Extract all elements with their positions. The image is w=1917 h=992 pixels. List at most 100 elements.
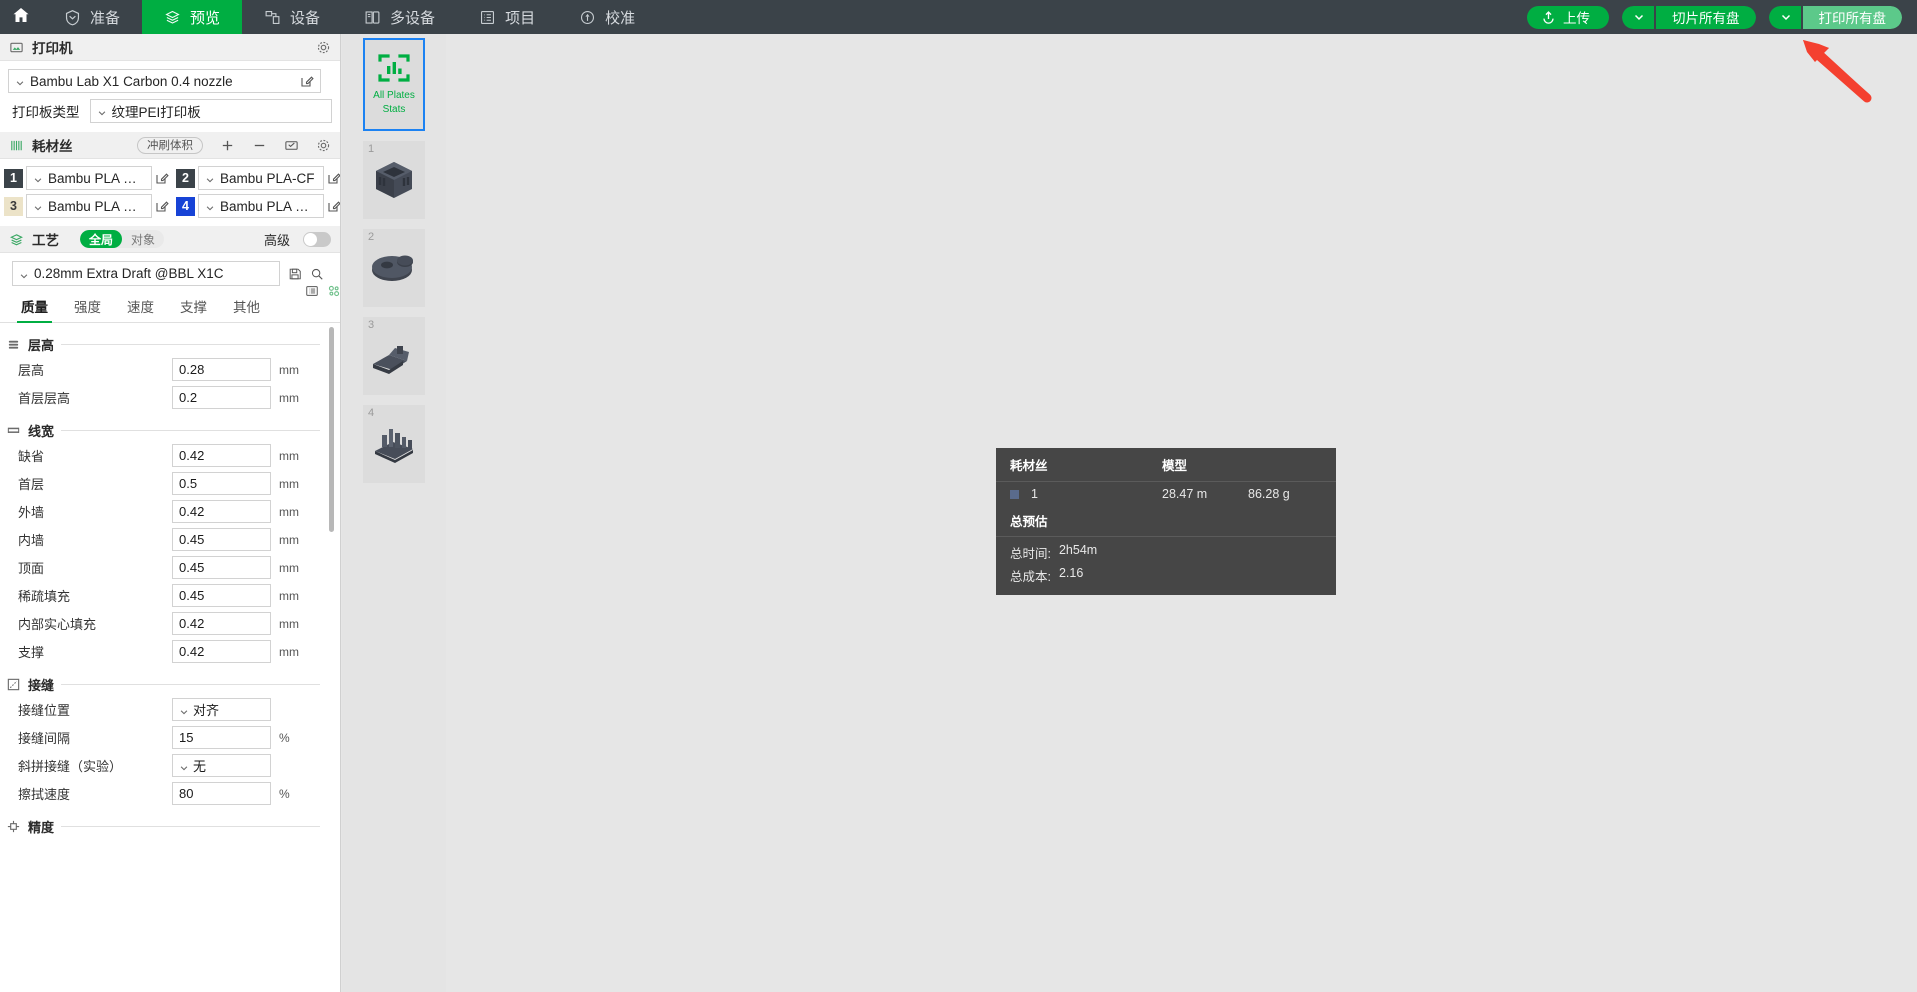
filament-section-header: 耗材丝 冲刷体积 — [0, 132, 340, 159]
tab-speed-label: 速度 — [127, 300, 154, 315]
setting-row-seam-gap: 接缝间隔 15 % — [0, 725, 340, 750]
filament-edit-icon-3[interactable] — [155, 199, 169, 213]
setting-input[interactable]: 0.45 — [172, 528, 271, 551]
calibration-icon — [579, 9, 596, 26]
nav-tab-preview[interactable]: 预览 — [142, 0, 243, 34]
setting-input[interactable]: 0.5 — [172, 472, 271, 495]
list-view-icon[interactable] — [305, 284, 319, 298]
setting-input[interactable]: 0.42 — [172, 500, 271, 523]
setting-select[interactable]: 无 — [172, 754, 271, 777]
compare-presets-icon[interactable] — [327, 284, 340, 298]
plate-thumbnail-4[interactable]: 4 — [363, 405, 425, 483]
all-plates-stats-card[interactable]: All Plates Stats — [363, 38, 425, 131]
filament-index-1[interactable]: 1 — [4, 168, 23, 188]
advanced-toggle[interactable] — [303, 231, 331, 247]
setting-unit: mm — [279, 448, 299, 463]
nav-tab-calibration-label: 校准 — [605, 9, 636, 27]
filament-select-2[interactable]: Bambu PLA-CF — [198, 166, 324, 190]
save-icon[interactable] — [288, 267, 302, 281]
setting-row-support-width: 支撑 0.42 mm — [0, 639, 340, 664]
chevron-down-icon — [33, 201, 43, 211]
scope-object-option[interactable]: 对象 — [122, 230, 164, 248]
filament-index-3[interactable]: 3 — [4, 196, 23, 216]
multi-device-icon — [364, 9, 381, 26]
setting-label: 接缝间隔 — [18, 731, 71, 746]
printer-model-select[interactable]: Bambu Lab X1 Carbon 0.4 nozzle — [8, 69, 321, 93]
filament-index-4[interactable]: 4 — [176, 196, 195, 216]
filament-edit-icon-4[interactable] — [327, 199, 340, 213]
setting-label: 缺省 — [18, 449, 45, 464]
tab-quality[interactable]: 质量 — [8, 296, 61, 323]
setting-row-first-layer-height: 首层层高 0.2 mm — [0, 385, 340, 410]
tab-others[interactable]: 其他 — [220, 296, 273, 322]
plate-thumbnail-rail: All Plates Stats 1 2 3 4 — [342, 34, 446, 992]
sync-ams-icon[interactable] — [284, 138, 299, 153]
slice-dropdown-caret[interactable] — [1622, 5, 1654, 29]
layer-height-icon — [6, 337, 21, 352]
nav-tab-device[interactable]: 设备 — [242, 0, 342, 34]
plate-thumbnail-1[interactable]: 1 — [363, 141, 425, 219]
process-scope-toggle[interactable]: 全局 对象 — [80, 230, 165, 248]
setting-input[interactable]: 80 — [172, 782, 271, 805]
printer-edit-icon[interactable] — [300, 74, 314, 88]
plate-thumbnail-3[interactable]: 3 — [363, 317, 425, 395]
setting-label: 层高 — [18, 363, 45, 378]
setting-row-wipe-speed: 擦拭速度 80 % — [0, 781, 340, 806]
settings-scrollbar-thumb[interactable] — [329, 327, 334, 532]
setting-value: 80 — [179, 786, 194, 801]
scope-global-option[interactable]: 全局 — [80, 230, 123, 248]
upload-label: 上传 — [1563, 11, 1590, 26]
setting-input[interactable]: 0.2 — [172, 386, 271, 409]
upload-button[interactable]: 上传 — [1527, 5, 1609, 29]
remove-filament-icon[interactable] — [252, 138, 267, 153]
setting-input[interactable]: 15 — [172, 726, 271, 749]
add-filament-icon[interactable] — [220, 138, 235, 153]
plate-type-select[interactable]: 纹理PEI打印板 — [89, 99, 332, 123]
stats-total-cost-label: 总成本: — [1010, 570, 1051, 584]
nav-tab-prepare[interactable]: 准备 — [42, 0, 142, 34]
filament-index-2[interactable]: 2 — [176, 168, 195, 188]
nav-tab-project[interactable]: 项目 — [457, 0, 557, 34]
chevron-down-icon — [97, 106, 107, 116]
nav-tab-calibration[interactable]: 校准 — [557, 0, 657, 34]
tab-speed[interactable]: 速度 — [114, 296, 167, 322]
tab-support[interactable]: 支撑 — [167, 296, 220, 322]
setting-select[interactable]: 对齐 — [172, 698, 271, 721]
process-tabs: 质量 强度 速度 支撑 其他 — [0, 286, 340, 323]
bracket-model — [363, 317, 425, 395]
setting-label: 首层 — [18, 477, 45, 492]
filament-select-4[interactable]: Bambu PLA Matte — [198, 194, 324, 218]
setting-label: 斜拼接缝（实验） — [18, 759, 123, 774]
setting-input[interactable]: 0.42 — [172, 612, 271, 635]
nav-tab-multi-device[interactable]: 多设备 — [342, 0, 457, 34]
chevron-down-icon — [33, 173, 43, 183]
process-preset-select[interactable]: 0.28mm Extra Draft @BBL X1C — [12, 261, 280, 286]
setting-value: 0.45 — [179, 560, 205, 575]
filament-settings-gear-icon[interactable] — [316, 138, 331, 153]
home-icon — [11, 5, 31, 30]
filament-select-3[interactable]: Bambu PLA Matte — [26, 194, 152, 218]
filament-select-1[interactable]: Bambu PLA Basic — [26, 166, 152, 190]
tab-strength[interactable]: 强度 — [61, 296, 114, 322]
setting-input[interactable]: 0.45 — [172, 556, 271, 579]
print-dropdown-caret[interactable] — [1768, 5, 1801, 29]
setting-row-top-surface-width: 顶面 0.45 mm — [0, 555, 340, 580]
flush-volume-button[interactable]: 冲刷体积 — [137, 136, 203, 154]
search-icon[interactable] — [310, 267, 324, 281]
print-all-plates-button[interactable]: 打印所有盘 — [1768, 5, 1902, 29]
filament-edit-icon-2[interactable] — [327, 171, 340, 185]
setting-input[interactable]: 0.42 — [172, 444, 271, 467]
setting-input[interactable]: 0.45 — [172, 584, 271, 607]
home-button[interactable] — [0, 0, 42, 34]
filament-edit-icon-1[interactable] — [155, 171, 169, 185]
setting-input[interactable]: 0.42 — [172, 640, 271, 663]
chevron-down-icon — [205, 201, 215, 211]
slice-all-plates-button[interactable]: 切片所有盘 — [1622, 5, 1756, 29]
plate-thumbnail-2[interactable]: 2 — [363, 229, 425, 307]
setting-label: 稀疏填充 — [18, 589, 71, 604]
preview-canvas[interactable]: 耗材丝 模型 1 28.47 m 86.28 g 总预估 总时间: 2h54m … — [446, 34, 1917, 992]
setting-value: 0.42 — [179, 504, 205, 519]
settings-list[interactable]: 层高 层高 0.28 mm 首层层高 0.2 mm 线宽 缺省 0.42 mm … — [0, 323, 340, 983]
printer-settings-gear-icon[interactable] — [316, 40, 331, 55]
setting-input[interactable]: 0.28 — [172, 358, 271, 381]
